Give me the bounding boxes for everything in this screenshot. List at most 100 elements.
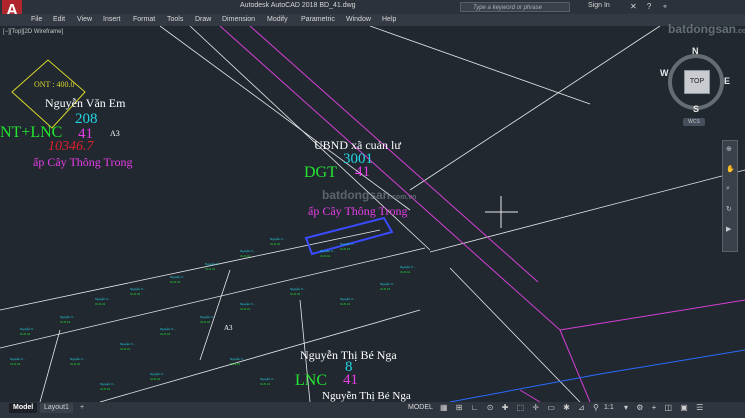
svg-text:CLN 41: CLN 41 — [170, 280, 181, 284]
menu-dimension[interactable]: Dimension — [222, 16, 255, 23]
svg-text:CLN 41: CLN 41 — [95, 302, 106, 306]
add-layout-button[interactable]: + — [76, 403, 88, 413]
svg-text:CLN 41: CLN 41 — [205, 267, 216, 271]
svg-text:Nguyễn V...: Nguyễn V... — [10, 356, 26, 361]
blue-boundary — [449, 349, 745, 402]
svg-text:Nguyễn V...: Nguyễn V... — [290, 286, 306, 291]
sheet-code-left: A3 — [110, 129, 120, 138]
svg-text:CLN 41: CLN 41 — [400, 270, 411, 274]
sign-in-button[interactable]: Sign In — [588, 2, 610, 9]
steering-wheel-icon[interactable]: ⊕ — [726, 145, 732, 153]
svg-text:Nguyễn V...: Nguyễn V... — [160, 326, 176, 331]
menu-edit[interactable]: Edit — [53, 16, 65, 23]
svg-text:CLN 41: CLN 41 — [200, 320, 211, 324]
pan-icon[interactable]: ✋ — [726, 165, 735, 173]
svg-text:Nguyễn V...: Nguyễn V... — [130, 286, 146, 291]
viewcube[interactable]: TOP N S E W — [660, 46, 732, 118]
svg-text:Nguyễn V...: Nguyễn V... — [240, 301, 256, 306]
land-use-center: DGT — [304, 164, 337, 181]
svg-text:CLN 41: CLN 41 — [150, 377, 161, 381]
menu-view[interactable]: View — [77, 16, 92, 23]
svg-text:Nguyễn V...: Nguyễn V... — [120, 341, 136, 346]
svg-text:Nguyễn V...: Nguyễn V... — [205, 261, 221, 266]
svg-text:Nguyễn V...: Nguyễn V... — [270, 236, 286, 241]
navigation-bar[interactable]: ⊕ ✋ ⌕ ↻ ▶ — [722, 140, 738, 252]
svg-text:CLN 41: CLN 41 — [240, 307, 251, 311]
menu-insert[interactable]: Insert — [103, 16, 121, 23]
svg-text:CLN 41: CLN 41 — [10, 362, 21, 366]
svg-text:Nguyễn V...: Nguyễn V... — [400, 264, 416, 269]
svg-text:Nguyễn V...: Nguyễn V... — [200, 314, 216, 319]
orbit-icon[interactable]: ↻ — [726, 205, 732, 213]
menu-parametric[interactable]: Parametric — [301, 16, 335, 23]
compass-north[interactable]: N — [692, 46, 699, 56]
tab-layout1[interactable]: Layout1 — [40, 403, 73, 413]
compass-south[interactable]: S — [693, 104, 699, 114]
menu-tools[interactable]: Tools — [167, 16, 183, 23]
svg-text:Nguyễn V...: Nguyễn V... — [100, 381, 116, 386]
watermark-top: batdongsan.com.vn — [668, 22, 745, 36]
svg-text:Nguyễn V...: Nguyễn V... — [230, 356, 246, 361]
svg-text:CLN 41: CLN 41 — [60, 320, 71, 324]
svg-text:CLN 41: CLN 41 — [120, 347, 131, 351]
svg-text:Nguyễn V...: Nguyễn V... — [240, 248, 256, 253]
title-icons[interactable]: ✕ ? ⚬ — [630, 2, 672, 11]
svg-text:Nguyễn V...: Nguyễn V... — [340, 296, 356, 301]
svg-text:Nguyễn V...: Nguyễn V... — [340, 241, 356, 246]
model-space-toggle[interactable]: MODEL — [408, 404, 433, 411]
search-input[interactable]: Type a keyword or phrase — [460, 2, 570, 12]
svg-text:Nguyễn V...: Nguyễn V... — [320, 248, 336, 253]
sheet-number-bottom: 41 — [343, 372, 358, 388]
tab-model[interactable]: Model — [9, 403, 38, 413]
watermark-center: batdongsan.com.vn — [322, 188, 417, 202]
svg-text:Nguyễn V...: Nguyễn V... — [380, 281, 396, 286]
menu-bar: File Edit View Insert Format Tools Draw … — [0, 14, 745, 26]
svg-text:CLN 41: CLN 41 — [340, 247, 351, 251]
svg-text:Nguyễn V...: Nguyễn V... — [70, 356, 86, 361]
svg-text:CLN 41: CLN 41 — [70, 362, 81, 366]
area-left: 10346.7 — [48, 139, 94, 154]
viewcube-top-face[interactable]: TOP — [684, 70, 710, 94]
land-use-bottom: LNC — [295, 372, 327, 389]
menu-draw[interactable]: Draw — [195, 16, 211, 23]
svg-text:CLN 41: CLN 41 — [290, 292, 301, 296]
svg-text:CLN 41: CLN 41 — [230, 362, 241, 366]
compass-east[interactable]: E — [724, 76, 730, 86]
showmotion-icon[interactable]: ▶ — [726, 225, 731, 233]
menu-modify[interactable]: Modify — [267, 16, 288, 23]
sheet-number-center: 41 — [355, 164, 370, 180]
crosshair-cursor — [485, 196, 518, 228]
window-title: Autodesk AutoCAD 2018 BD_41.dwg — [240, 2, 356, 9]
svg-text:CLN 41: CLN 41 — [100, 387, 111, 391]
menu-format[interactable]: Format — [133, 16, 155, 23]
status-tray-icons[interactable]: ▾ ⚙ + ◫ ▣ ☰ — [624, 403, 706, 412]
svg-text:CLN 41: CLN 41 — [320, 254, 331, 258]
svg-text:Nguyễn V...: Nguyễn V... — [95, 296, 111, 301]
title-bar: A Autodesk AutoCAD 2018 BD_41.dwg ⌕ Type… — [0, 0, 745, 24]
menu-window[interactable]: Window — [346, 16, 371, 23]
wcs-menu[interactable]: WCS — [683, 118, 705, 126]
svg-text:Nguyễn V...: Nguyễn V... — [260, 376, 276, 381]
svg-text:Nguyễn V...: Nguyễn V... — [20, 326, 36, 331]
zone-code-label: ONT : 400.0 — [34, 80, 75, 89]
svg-text:CLN 41: CLN 41 — [20, 332, 31, 336]
address-center: ấp Cây Thông Trong — [308, 204, 408, 218]
svg-text:CLN 41: CLN 41 — [260, 382, 271, 386]
svg-text:CLN 41: CLN 41 — [160, 332, 171, 336]
annotation-scale[interactable]: 1:1 — [604, 404, 614, 411]
zoom-icon[interactable]: ⌕ — [726, 185, 730, 193]
drafting-tools-icons[interactable]: ▦ ⊞ ∟ ⊙ ✚ ⬚ ✛ ▭ ✱ ⊿ ⚲ — [440, 403, 602, 412]
compass-west[interactable]: W — [660, 68, 669, 78]
svg-text:CLN 41: CLN 41 — [340, 302, 351, 306]
sheet-code-small: A3 — [224, 324, 233, 332]
menu-file[interactable]: File — [31, 16, 42, 23]
svg-text:CLN 41: CLN 41 — [270, 242, 281, 246]
parcel-labels-dense: Nguyễn V...CLN 41 Nguyễn V...CLN 41 Nguy… — [10, 236, 416, 391]
address-left: ấp Cây Thông Trong — [33, 155, 133, 169]
svg-text:CLN 41: CLN 41 — [240, 254, 251, 258]
menu-help[interactable]: Help — [382, 16, 396, 23]
svg-text:Nguyễn V...: Nguyễn V... — [60, 314, 76, 319]
svg-text:CLN 41: CLN 41 — [130, 292, 141, 296]
svg-text:Nguyễn V...: Nguyễn V... — [150, 371, 166, 376]
owner-name-bottom-repeat: Nguyễn Thị Bé Nga — [322, 390, 411, 402]
